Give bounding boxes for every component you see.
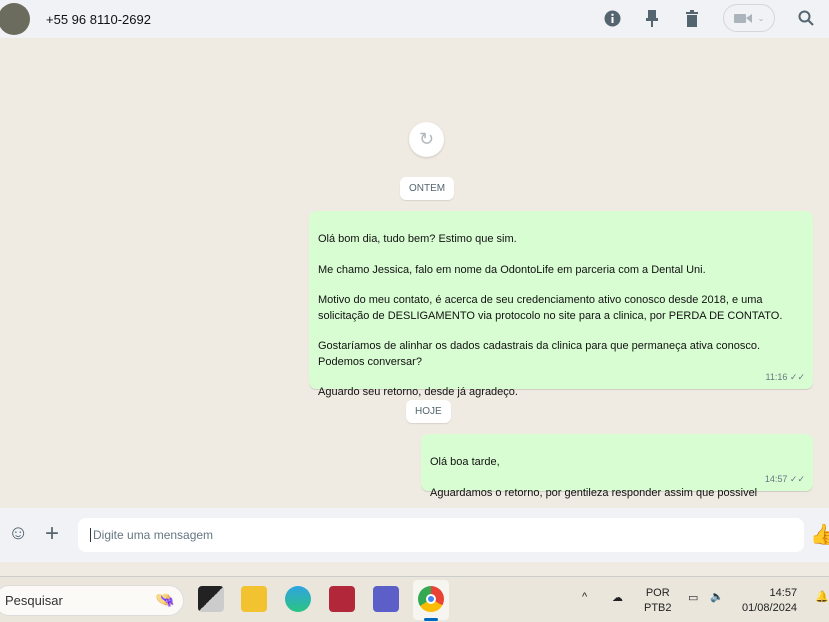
cloud-offline-icon[interactable]: ☁ [612, 591, 623, 604]
trash-icon[interactable] [683, 9, 701, 27]
read-check-icon: ✓✓ [789, 371, 805, 382]
contact-name[interactable]: +55 96 8110-2692 [46, 12, 151, 27]
attach-plus-icon[interactable]: + [45, 520, 59, 548]
reload-button[interactable]: ↻ [409, 122, 444, 157]
teams-icon[interactable] [373, 586, 399, 612]
message-text: Olá boa tarde, Aguardamos o retorno, por… [430, 456, 758, 499]
chrome-icon[interactable] [418, 586, 444, 612]
file-explorer-icon[interactable] [241, 586, 267, 612]
task-view-icon[interactable] [198, 586, 224, 612]
chat-header: +55 96 8110-2692 ⌄ [0, 0, 829, 38]
read-check-icon: ✓✓ [789, 473, 805, 484]
message-bubble: Olá bom dia, tudo bem? Estimo que sim. M… [309, 211, 813, 398]
message-time: 14:57 [764, 473, 788, 484]
refresh-icon: ↻ [418, 129, 435, 149]
volume-icon[interactable]: 🔈 [710, 590, 724, 603]
search-icon[interactable] [797, 9, 815, 27]
message-input[interactable]: Digite uma mensagem [78, 518, 804, 552]
composer: ☺ + Digite uma mensagem 👍 [0, 508, 829, 562]
video-call-button[interactable]: ⌄ [723, 4, 775, 32]
video-call-icon [733, 13, 752, 23]
network-icon[interactable]: ▭ [688, 591, 698, 604]
tray-chevron-icon[interactable]: ^ [582, 591, 587, 603]
date-separator: ONTEM [400, 177, 455, 200]
edge-icon[interactable] [285, 586, 311, 612]
taskbar-search[interactable]: Pesquisar 👒 [0, 585, 184, 616]
info-icon[interactable] [603, 9, 621, 27]
pin-icon[interactable] [643, 9, 661, 27]
access-icon[interactable] [329, 586, 355, 612]
date-separator: HOJE [406, 400, 451, 423]
language-indicator[interactable]: POR PTB2 [644, 586, 672, 616]
avatar[interactable] [0, 3, 30, 35]
clock[interactable]: 14:57 01/08/2024 [742, 586, 797, 616]
thumbs-up-icon[interactable]: 👍 [810, 522, 829, 547]
notification-bell-icon[interactable]: 🔔 [815, 590, 829, 603]
chat-area: ↻ ONTEM Olá bom dia, tudo bem? Estimo qu… [0, 38, 829, 508]
taskbar: Pesquisar 👒 ^ ☁ POR PTB2 ▭ 🔈 14:57 01/08/20… [0, 576, 829, 622]
message-time: 11:16 [765, 371, 788, 382]
message-bubble: Olá boa tarde, Aguardamos o retorno, por… [421, 434, 813, 499]
search-highlight-icon: 👒 [155, 592, 175, 609]
message-text: Olá bom dia, tudo bem? Estimo que sim. M… [318, 233, 783, 399]
emoji-icon[interactable]: ☺ [8, 522, 28, 545]
